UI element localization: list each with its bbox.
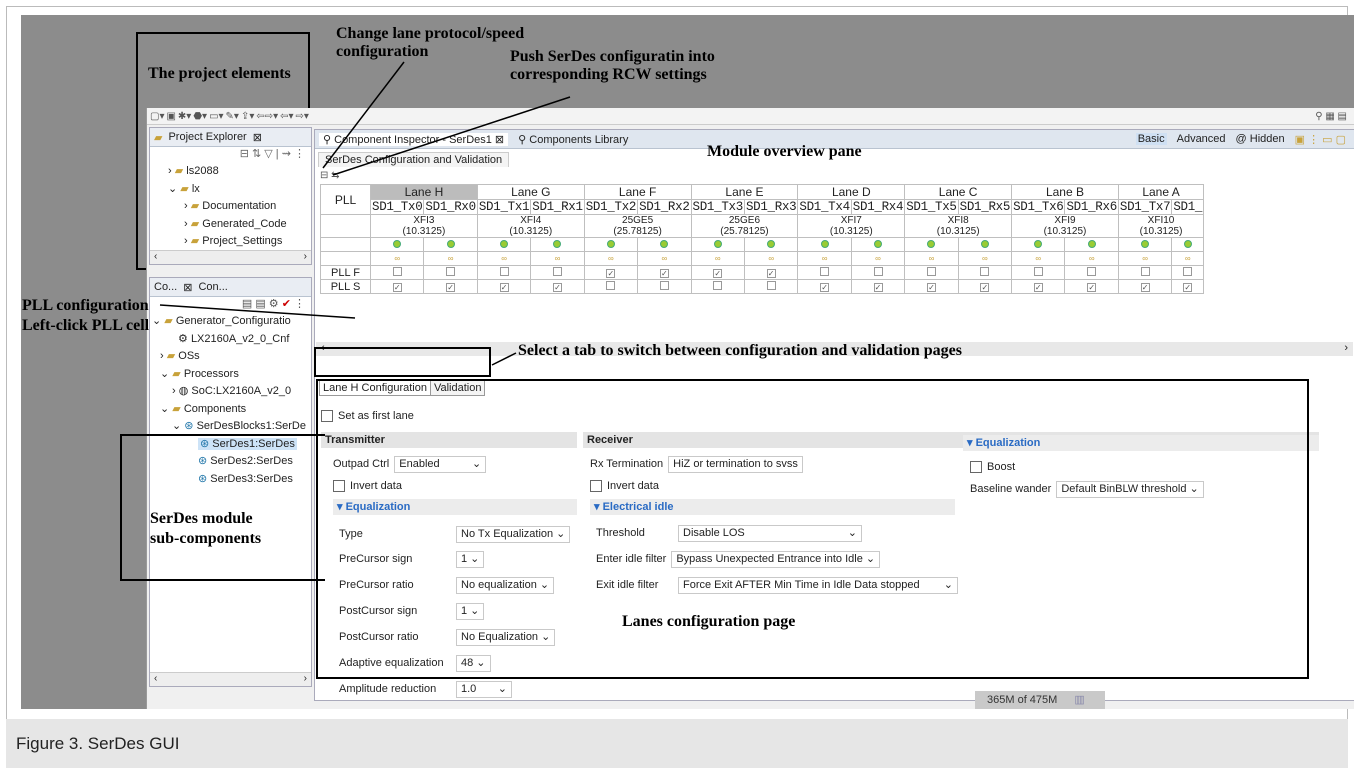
figure-caption: Figure 3. SerDes GUI [6,719,1348,768]
annotation-serdes-sub: SerDes module sub-components [150,510,262,547]
arrow-pll [159,304,356,319]
annotation-pll-config: PLL configuration Left-click PLL cell [22,297,150,334]
annotation-module-overview: Module overview pane [707,143,862,160]
arrow-select-tab [491,352,517,366]
annotation-select-tab: Select a tab to switch between configura… [518,342,962,359]
annotation-arrows [159,61,571,366]
arrow-change-lane [322,61,405,169]
annotation-lanes-page: Lanes configuration page [622,613,796,630]
